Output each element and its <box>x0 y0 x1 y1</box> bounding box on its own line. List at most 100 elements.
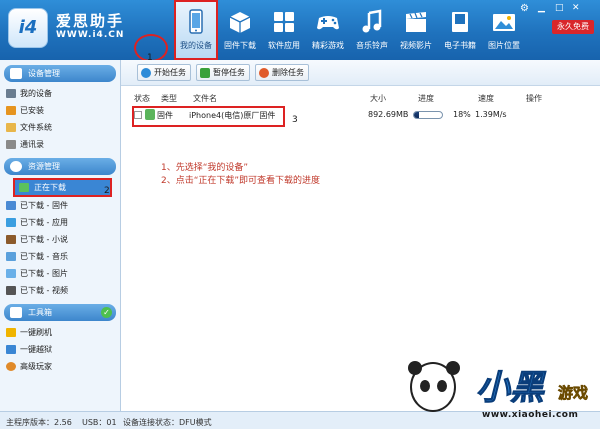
monitor-icon <box>10 68 22 79</box>
progress-fill <box>414 112 420 118</box>
phone-icon <box>6 89 16 98</box>
app-name: 爱思助手 <box>56 12 125 30</box>
sidebar-item-downloaded-pictures[interactable]: 已下载 - 图片 <box>0 265 120 282</box>
nav-my-device[interactable]: 我的设备 <box>174 0 218 60</box>
sidebar-item-filesystem[interactable]: 文件系统 <box>0 119 120 136</box>
column-progress[interactable]: 进度 <box>418 93 434 104</box>
delete-task-button[interactable]: 删除任务 <box>255 64 309 81</box>
task-toolbar: 开始任务 暂停任务 删除任务 <box>121 60 600 86</box>
sidebar-item-label: 一键越狱 <box>20 345 52 354</box>
button-label: 删除任务 <box>272 68 304 77</box>
annotation-marker-2: 2 <box>104 186 110 196</box>
nav-music[interactable]: 音乐铃声 <box>350 0 394 60</box>
version-text: 主程序版本：2.56 <box>6 418 72 427</box>
video-icon <box>6 286 16 295</box>
sidebar-section-toolbox[interactable]: 工具箱 ✓ <box>4 304 116 321</box>
unlock-icon <box>6 345 16 354</box>
music-note-icon <box>362 9 382 33</box>
sidebar-item-label: 我的设备 <box>20 89 52 98</box>
sidebar-item-label: 一键刷机 <box>20 328 52 337</box>
nav-firmware[interactable]: 固件下载 <box>218 0 262 60</box>
lightning-icon <box>6 328 16 337</box>
panda-icon <box>408 361 460 412</box>
music-icon <box>6 252 16 261</box>
instruction-step-2: 2、点击“正在下载”即可查看下载的进度 <box>161 176 321 186</box>
app-logo: i4 <box>8 8 48 48</box>
row-progress-text: 18% <box>453 110 471 119</box>
button-label: 暂停任务 <box>213 68 245 77</box>
device-status-text: 设备连接状态：DFU模式 <box>123 418 212 427</box>
nav-games[interactable]: 精彩游戏 <box>306 0 350 60</box>
picture-icon <box>6 269 16 278</box>
watermark-logo: 小黑 游戏 www.xiaohei.com <box>404 356 600 426</box>
sidebar-item-downloaded-novels[interactable]: 已下载 - 小说 <box>0 231 120 248</box>
sidebar-item-my-device[interactable]: 我的设备 <box>0 85 120 102</box>
globe-icon <box>10 161 22 172</box>
usb-text: USB：01 <box>82 418 117 427</box>
instruction-step-1: 1、先选择“我的设备” <box>161 163 249 173</box>
sidebar-item-downloaded-apps[interactable]: 已下载 - 应用 <box>0 214 120 231</box>
watermark-brand: 小黑 <box>476 368 545 409</box>
download-icon <box>19 183 29 192</box>
nav-label: 精彩游戏 <box>312 41 344 50</box>
vip-badge[interactable]: 永久免费 <box>552 20 594 34</box>
sidebar-item-label: 已下载 - 应用 <box>20 218 68 227</box>
sidebar-item-downloading[interactable]: 正在下载 <box>13 178 112 197</box>
sidebar-item-label: 已下载 - 固件 <box>20 201 68 210</box>
start-task-button[interactable]: 开始任务 <box>137 64 191 81</box>
gamepad-icon <box>317 16 339 30</box>
section-title: 设备管理 <box>28 69 60 78</box>
close-icon[interactable]: ✕ <box>572 3 580 13</box>
column-speed[interactable]: 速度 <box>478 93 494 104</box>
column-actions[interactable]: 操作 <box>526 93 542 104</box>
watermark-url: www.xiaohei.com <box>482 410 579 420</box>
gear-icon[interactable]: ⚙ <box>520 3 529 14</box>
nav-label: 我的设备 <box>180 41 212 50</box>
sidebar-item-label: 已下载 - 音乐 <box>20 252 68 261</box>
column-size[interactable]: 大小 <box>370 93 386 104</box>
column-filename[interactable]: 文件名 <box>193 93 217 104</box>
sidebar-item-label: 高级玩家 <box>20 362 52 371</box>
apps-icon <box>6 218 16 227</box>
nav-label: 电子书籍 <box>444 41 476 50</box>
app-url: WWW.i4.CN <box>56 30 125 40</box>
box-icon <box>229 12 251 33</box>
sidebar-item-downloaded-videos[interactable]: 已下载 - 视频 <box>0 282 120 299</box>
maximize-icon[interactable]: □ <box>555 3 564 13</box>
phone-icon <box>189 9 203 34</box>
watermark-game: 游戏 <box>558 384 589 403</box>
section-title: 工具箱 <box>28 308 52 317</box>
row-size: 892.69MB <box>368 110 409 119</box>
nav-ebooks[interactable]: 电子书籍 <box>438 0 482 60</box>
firmware-icon <box>6 201 16 210</box>
sidebar-item-installed[interactable]: 已安装 <box>0 102 120 119</box>
sidebar-section-resources[interactable]: 资源管理 <box>4 158 116 175</box>
minimize-icon[interactable]: ▁ <box>538 3 545 13</box>
button-label: 开始任务 <box>154 68 186 77</box>
nav-videos[interactable]: 视频影片 <box>394 0 438 60</box>
tools-icon <box>10 307 22 318</box>
apps-grid-icon <box>274 12 294 32</box>
nav-label: 软件应用 <box>268 41 300 50</box>
pause-task-button[interactable]: 暂停任务 <box>196 64 250 81</box>
sidebar-item-downloaded-firmware[interactable]: 已下载 - 固件 <box>0 197 120 214</box>
annotation-box <box>132 106 285 127</box>
row-speed: 1.39M/s <box>475 110 507 119</box>
sidebar-item-jailbreak[interactable]: 一键越狱 <box>0 341 120 358</box>
column-status[interactable]: 状态 <box>134 93 150 104</box>
check-icon: ✓ <box>101 307 112 318</box>
nav-label: 图片位置 <box>488 41 520 50</box>
annotation-marker-3: 3 <box>292 115 298 125</box>
sidebar-item-downloaded-music[interactable]: 已下载 - 音乐 <box>0 248 120 265</box>
sidebar-item-advanced[interactable]: 高级玩家 <box>0 358 120 375</box>
sidebar-item-contacts[interactable]: 通讯录 <box>0 136 120 153</box>
column-type[interactable]: 类型 <box>161 93 177 104</box>
sidebar-item-label: 正在下载 <box>34 183 66 192</box>
sidebar-section-device[interactable]: 设备管理 <box>4 65 116 82</box>
nav-label: 固件下载 <box>224 41 256 50</box>
advanced-user-icon <box>6 362 16 371</box>
app-header: i4 爱思助手 WWW.i4.CN 我的设备 固件下载 软件应用 精彩游戏 音乐… <box>0 0 600 60</box>
sidebar-item-flash[interactable]: 一键刷机 <box>0 324 120 341</box>
nav-apps[interactable]: 软件应用 <box>262 0 306 60</box>
sidebar-item-label: 文件系统 <box>20 123 52 132</box>
